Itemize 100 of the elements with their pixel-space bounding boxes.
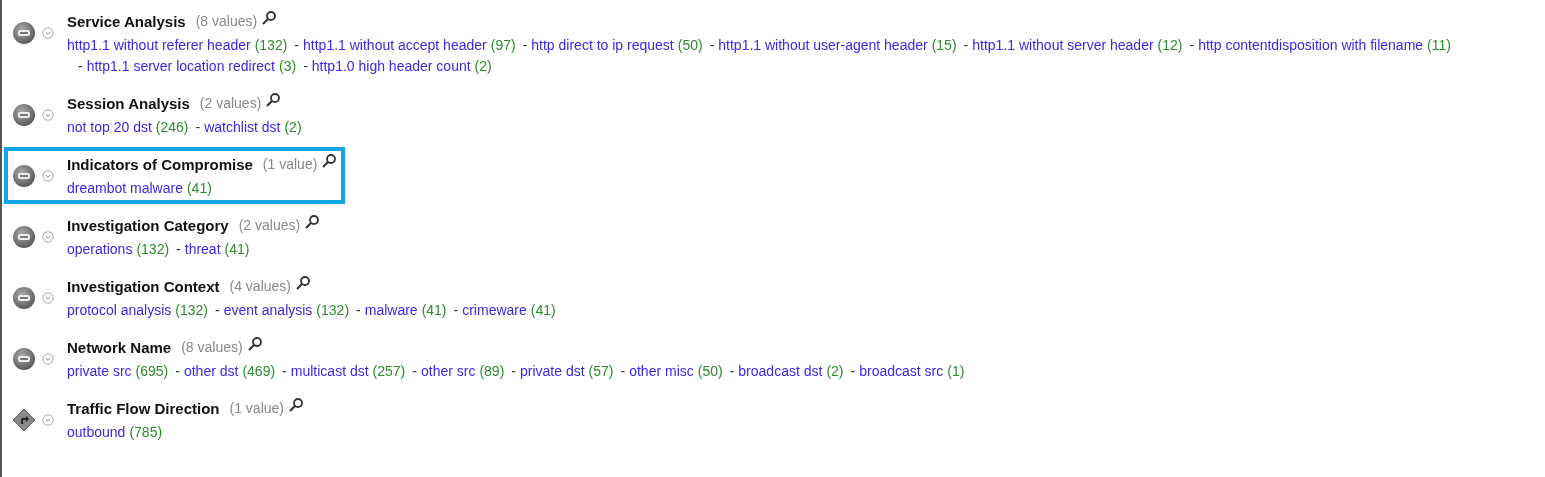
value-link[interactable]: not top 20 dst — [67, 119, 152, 135]
value-link[interactable]: protocol analysis — [67, 302, 172, 318]
value-count: (41) — [224, 241, 250, 257]
search-icon[interactable] — [304, 214, 321, 230]
value-count: (41) — [186, 180, 212, 196]
search-icon[interactable] — [261, 10, 278, 26]
badge-icon — [12, 103, 36, 127]
expand-icon[interactable] — [42, 231, 54, 243]
section-title: Network Name — [67, 338, 172, 356]
value-count: (257) — [372, 363, 406, 379]
value-link[interactable]: http1.0 high header count — [311, 58, 471, 74]
value-link[interactable]: malware — [364, 302, 418, 318]
value-count: (41) — [530, 302, 556, 318]
value-link[interactable]: other src — [420, 363, 476, 379]
value-link[interactable]: http direct to ip request — [531, 37, 674, 53]
expand-icon[interactable] — [42, 292, 54, 304]
value-link[interactable]: watchlist dst — [204, 119, 281, 135]
value-count: (2) — [826, 363, 844, 379]
separator: - — [522, 37, 528, 53]
expand-icon[interactable] — [42, 109, 54, 121]
separator: - — [850, 363, 856, 379]
value-count: (15) — [931, 37, 957, 53]
value-link[interactable]: http1.1 without server header — [972, 37, 1154, 53]
badge-icon — [12, 21, 36, 45]
search-icon[interactable] — [246, 336, 263, 352]
separator: - — [963, 37, 969, 53]
value-count: (97) — [490, 37, 516, 53]
badge-icon — [12, 225, 36, 249]
value-link[interactable]: broadcast dst — [738, 363, 823, 379]
value-count: (41) — [421, 302, 447, 318]
separator: - — [294, 37, 300, 53]
expand-icon[interactable] — [42, 414, 54, 426]
value-link[interactable]: private src — [67, 363, 132, 379]
expand-icon[interactable] — [42, 27, 54, 39]
value-link[interactable]: http1.1 without referer header — [67, 37, 251, 53]
value-link[interactable]: multicast dst — [290, 363, 369, 379]
value-count: (2 values) — [238, 217, 301, 233]
value-count: (11) — [1427, 37, 1451, 53]
separator: - — [709, 37, 715, 53]
separator: - — [412, 363, 417, 379]
value-link[interactable]: private dst — [520, 363, 585, 379]
value-count: (132) — [175, 302, 208, 318]
expand-icon[interactable] — [42, 170, 54, 182]
separator: - — [729, 363, 735, 379]
badge-icon — [12, 286, 36, 310]
badge-icon — [12, 347, 36, 371]
value-link[interactable]: other misc — [629, 363, 694, 379]
search-icon[interactable] — [295, 275, 311, 291]
value-count: (2) — [284, 119, 302, 135]
value-count: (50) — [677, 37, 703, 53]
separator: - — [511, 363, 516, 379]
value-link[interactable]: outbound — [67, 424, 126, 440]
section-title: Investigation Category — [67, 216, 229, 234]
value-count: (785) — [129, 424, 163, 440]
value-link[interactable]: broadcast src — [859, 363, 944, 379]
search-icon[interactable] — [288, 397, 304, 413]
value-count: (132) — [136, 241, 170, 257]
value-link[interactable]: http1.1 server location redirect — [86, 58, 275, 74]
value-count: (1 value) — [229, 400, 284, 416]
value-count: (469) — [242, 363, 276, 379]
separator: - — [282, 363, 287, 379]
section-title: Session Analysis — [67, 94, 190, 112]
value-count: (3) — [279, 58, 297, 74]
value-link[interactable]: http1.1 without accept header — [303, 37, 487, 53]
value-count: (695) — [135, 363, 169, 379]
value-count: (50) — [697, 363, 723, 379]
separator: - — [303, 58, 308, 74]
expand-icon[interactable] — [42, 353, 54, 365]
separator: - — [175, 363, 180, 379]
value-count: (1 value) — [262, 156, 318, 172]
value-count: (2) — [474, 58, 492, 74]
value-count: (12) — [1157, 37, 1183, 53]
separator: - — [176, 241, 181, 257]
value-link[interactable]: dreambot malware — [67, 180, 183, 196]
value-count: (246) — [155, 119, 189, 135]
value-count: (1) — [947, 363, 965, 379]
value-count: (57) — [588, 363, 614, 379]
value-link[interactable]: threat — [184, 241, 221, 257]
search-icon[interactable] — [321, 153, 338, 169]
separator: - — [214, 302, 220, 318]
value-count: (132) — [254, 37, 288, 53]
value-link[interactable]: crimeware — [462, 302, 527, 318]
value-count: (132) — [316, 302, 350, 318]
arrow-sign-icon — [12, 408, 36, 432]
value-count: (8 values) — [181, 339, 243, 355]
value-count: (89) — [479, 363, 505, 379]
value-link[interactable]: event analysis — [223, 302, 313, 318]
separator: - — [195, 119, 201, 135]
value-link[interactable]: http contentdisposition with filename — [1198, 37, 1424, 53]
value-link[interactable]: operations — [67, 241, 133, 257]
badge-icon — [12, 164, 36, 188]
separator: - — [356, 302, 361, 318]
search-icon[interactable] — [265, 92, 282, 108]
section-title: Service Analysis — [67, 12, 186, 30]
value-link[interactable]: http1.1 without user-agent header — [718, 37, 928, 53]
value-count: (4 values) — [229, 278, 291, 294]
section-title: Investigation Context — [67, 277, 220, 295]
separator: - — [453, 302, 459, 318]
value-count: (2 values) — [199, 95, 262, 111]
value-link[interactable]: other dst — [183, 363, 239, 379]
